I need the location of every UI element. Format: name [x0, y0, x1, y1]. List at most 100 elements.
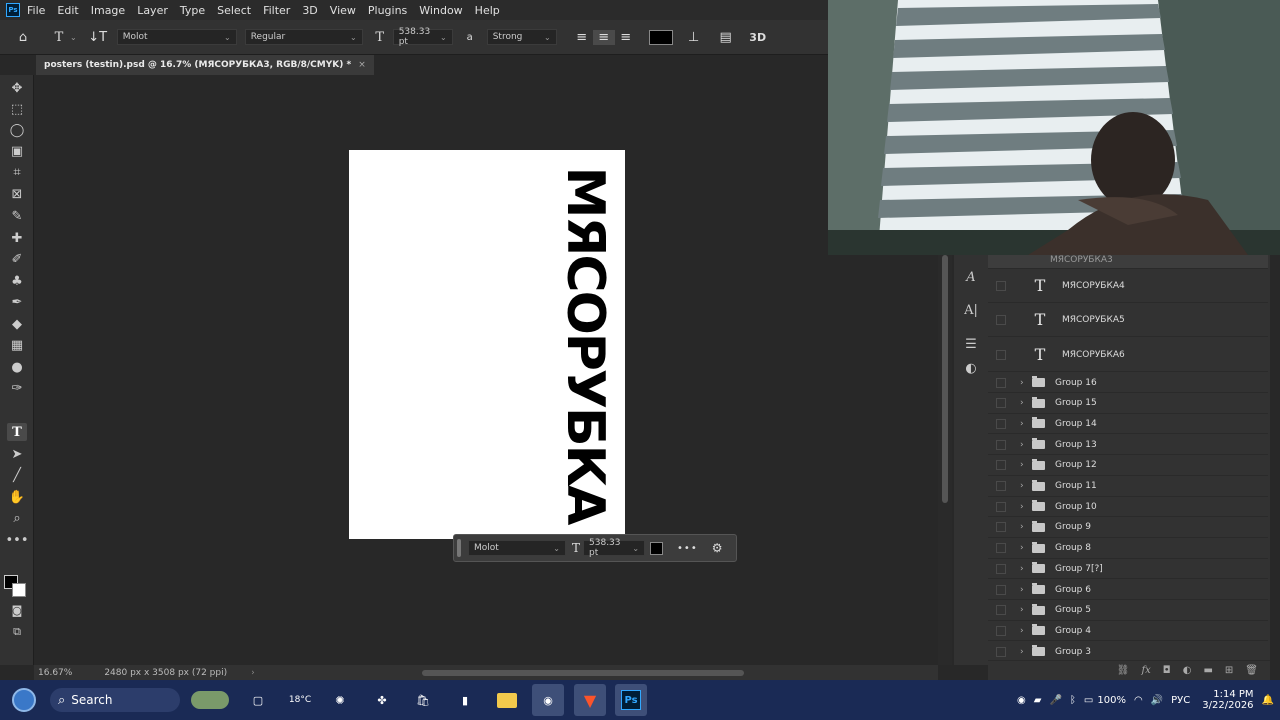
- chevron-right-icon[interactable]: ›: [1020, 605, 1030, 615]
- chevron-right-icon[interactable]: ›: [1020, 626, 1030, 636]
- chevron-right-icon[interactable]: ›: [1020, 419, 1030, 429]
- gradient-tool-icon[interactable]: ▦: [7, 336, 27, 354]
- layer-row-group[interactable]: › Group 5: [988, 601, 1268, 621]
- layer-row-group[interactable]: › Group 13: [988, 435, 1268, 456]
- menu-view[interactable]: View: [330, 4, 356, 17]
- task-view-icon[interactable]: ▢: [242, 684, 274, 716]
- visibility-toggle[interactable]: [996, 460, 1006, 471]
- layer-row-group[interactable]: › Group 12: [988, 456, 1268, 476]
- toggle-text-orientation-icon[interactable]: ↓T: [87, 30, 109, 45]
- character-panel-icon[interactable]: A: [961, 267, 981, 287]
- layer-row-group[interactable]: › Group 6: [988, 580, 1268, 600]
- canvas-text-layer[interactable]: МЯСОРУБКА: [547, 167, 622, 524]
- layer-row-text[interactable]: T МЯСОРУБКА5: [988, 303, 1268, 337]
- visibility-toggle[interactable]: [996, 501, 1006, 512]
- scrollbar-thumb[interactable]: [942, 255, 948, 503]
- chevron-right-icon[interactable]: ›: [1020, 543, 1030, 553]
- hand-tool-icon[interactable]: ✋: [7, 488, 27, 506]
- context-color-swatch[interactable]: [650, 541, 664, 555]
- move-tool-icon[interactable]: ✥: [7, 79, 27, 97]
- line-tool-icon[interactable]: ╱: [7, 466, 27, 484]
- pen-tool-icon[interactable]: ✑: [7, 379, 27, 397]
- layer-row-text[interactable]: T МЯСОРУБКА6: [988, 338, 1268, 372]
- app-icon[interactable]: ✤: [366, 684, 398, 716]
- layer-row-group[interactable]: › Group 16: [988, 373, 1268, 393]
- warp-text-icon[interactable]: ⊥: [683, 30, 705, 45]
- quick-mask-icon[interactable]: ◙: [7, 601, 27, 619]
- tray-app-icon[interactable]: ◉: [1017, 695, 1026, 706]
- visibility-toggle[interactable]: [996, 543, 1006, 554]
- add-mask-icon[interactable]: ◘: [1163, 665, 1171, 676]
- new-layer-icon[interactable]: ⊞: [1225, 665, 1233, 676]
- chevron-right-icon[interactable]: ›: [1020, 585, 1030, 595]
- marquee-tool-icon[interactable]: ⬚: [7, 100, 27, 118]
- context-font-family-select[interactable]: Molot ⌄: [468, 540, 566, 556]
- chevron-right-icon[interactable]: ›: [1020, 481, 1030, 491]
- start-button[interactable]: [8, 684, 40, 716]
- app-icon-red[interactable]: ▮: [449, 684, 481, 716]
- visibility-toggle[interactable]: [996, 349, 1006, 360]
- chevron-right-icon[interactable]: ›: [1020, 378, 1030, 388]
- menu-3d[interactable]: 3D: [302, 4, 317, 17]
- search-box[interactable]: ⌕ Search: [50, 688, 180, 712]
- font-size-select[interactable]: 538.33 pt ⌄: [392, 27, 453, 47]
- background-color-swatch[interactable]: [12, 583, 26, 597]
- menu-type[interactable]: Type: [180, 4, 205, 17]
- chevron-right-icon[interactable]: ›: [1020, 398, 1030, 408]
- photoshop-taskbar-icon[interactable]: Ps: [615, 684, 647, 716]
- visibility-toggle[interactable]: [996, 605, 1006, 616]
- weather-widget[interactable]: 18°C: [284, 684, 316, 716]
- align-center-icon[interactable]: ≡: [592, 29, 615, 45]
- layer-row-group[interactable]: › Group 15: [988, 394, 1268, 414]
- more-options-icon[interactable]: •••: [677, 543, 698, 554]
- lasso-tool-icon[interactable]: ◯: [7, 121, 27, 139]
- visibility-toggle[interactable]: [996, 280, 1006, 291]
- layer-row-group[interactable]: › Group 9: [988, 518, 1268, 538]
- battery-icon[interactable]: ▭: [1084, 695, 1093, 706]
- more-tools-icon[interactable]: •••: [6, 531, 29, 549]
- type-tool-icon[interactable]: T: [7, 423, 27, 441]
- drag-handle[interactable]: [457, 539, 461, 557]
- 3d-button[interactable]: 3D: [747, 31, 769, 44]
- obs-icon[interactable]: ◉: [532, 684, 564, 716]
- font-style-select[interactable]: Regular ⌄: [244, 29, 363, 45]
- context-font-size-select[interactable]: 538.33 pt ⌄: [583, 538, 646, 558]
- brush-tool-icon[interactable]: ✐: [7, 250, 27, 268]
- screen-mode-icon[interactable]: ⧉: [7, 623, 27, 641]
- history-brush-tool-icon[interactable]: ✒: [7, 293, 27, 311]
- layer-row-partial[interactable]: МЯСОРУБКА3: [988, 255, 1268, 269]
- chevron-right-icon[interactable]: ›: [1020, 564, 1030, 574]
- layer-row-text[interactable]: T МЯСОРУБКА4: [988, 269, 1268, 303]
- copilot-icon[interactable]: ✺: [324, 684, 356, 716]
- crop-tool-icon[interactable]: ⌗: [7, 163, 27, 181]
- visibility-toggle[interactable]: [996, 481, 1006, 491]
- chevron-down-icon[interactable]: ⌄: [70, 33, 77, 42]
- frame-tool-icon[interactable]: ⊠: [7, 185, 27, 203]
- layer-row-group[interactable]: › Group 8: [988, 539, 1268, 559]
- adjustment-layer-icon[interactable]: ◐: [1183, 665, 1192, 676]
- layer-row-group[interactable]: › Group 14: [988, 414, 1268, 435]
- menu-select[interactable]: Select: [217, 4, 251, 17]
- character-panel-icon[interactable]: ▤: [715, 30, 737, 45]
- layer-style-icon[interactable]: fx: [1141, 665, 1150, 676]
- antialias-select[interactable]: Strong ⌄: [486, 29, 557, 45]
- properties-icon[interactable]: ⚙: [712, 541, 723, 555]
- visibility-toggle[interactable]: [996, 439, 1006, 450]
- layer-row-group[interactable]: › Group 7[?]: [988, 559, 1268, 580]
- chevron-right-icon[interactable]: ›: [1020, 440, 1030, 450]
- menu-edit[interactable]: Edit: [57, 4, 78, 17]
- layer-row-group[interactable]: › Group 11: [988, 477, 1268, 497]
- visibility-toggle[interactable]: [996, 522, 1006, 533]
- language-indicator[interactable]: РУС: [1171, 695, 1190, 706]
- dodge-tool-icon[interactable]: ●: [7, 358, 27, 376]
- status-chevron-icon[interactable]: ›: [251, 668, 255, 678]
- clone-stamp-tool-icon[interactable]: ♣: [7, 272, 27, 290]
- adjustments-panel-icon[interactable]: ☰: [961, 334, 981, 354]
- menu-file[interactable]: File: [27, 4, 45, 17]
- visibility-toggle[interactable]: [996, 646, 1006, 657]
- tray-app-icon[interactable]: ▰: [1034, 695, 1042, 706]
- zoom-tool-icon[interactable]: ⌕: [7, 509, 27, 527]
- path-selection-tool-icon[interactable]: ➤: [7, 445, 27, 463]
- wifi-icon[interactable]: ◠: [1134, 695, 1143, 706]
- visibility-toggle[interactable]: [996, 377, 1006, 388]
